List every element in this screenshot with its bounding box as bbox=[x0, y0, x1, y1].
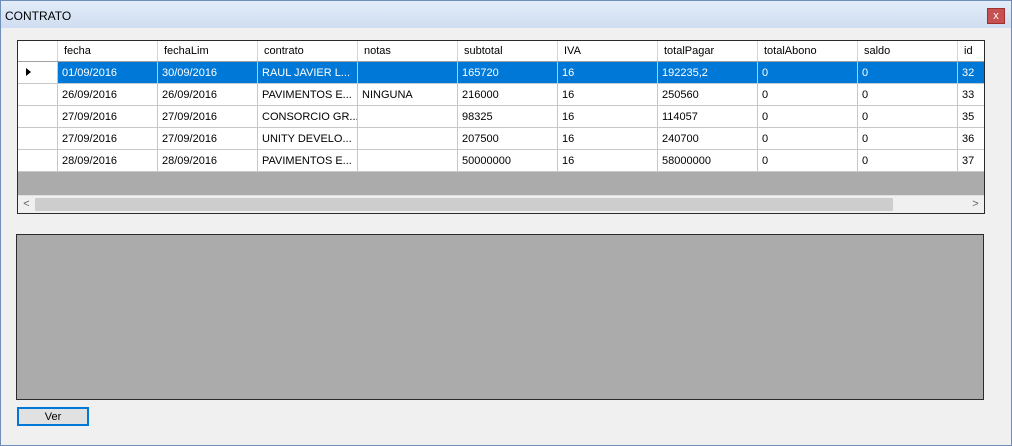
cell-notas[interactable]: NINGUNA bbox=[358, 84, 458, 105]
cell-notas[interactable] bbox=[358, 128, 458, 149]
cell-id[interactable]: 35 bbox=[958, 106, 984, 127]
cell-totalabono[interactable]: 0 bbox=[758, 62, 858, 83]
cell-saldo[interactable]: 0 bbox=[858, 128, 958, 149]
cell-saldo[interactable]: 0 bbox=[858, 106, 958, 127]
row-header[interactable] bbox=[18, 106, 58, 127]
table-row[interactable]: 28/09/2016 28/09/2016 PAVIMENTOS E... 50000… bbox=[18, 150, 984, 172]
column-header-totalpagar[interactable]: totalPagar bbox=[658, 41, 758, 61]
column-header-notas[interactable]: notas bbox=[358, 41, 458, 61]
cell-totalabono[interactable]: 0 bbox=[758, 106, 858, 127]
cell-iva[interactable]: 16 bbox=[558, 150, 658, 171]
scroll-left-icon[interactable]: < bbox=[18, 196, 35, 213]
cell-totalpagar[interactable]: 58000000 bbox=[658, 150, 758, 171]
cell-iva[interactable]: 16 bbox=[558, 106, 658, 127]
cell-saldo[interactable]: 0 bbox=[858, 62, 958, 83]
cell-fechalim[interactable]: 26/09/2016 bbox=[158, 84, 258, 105]
cell-contrato[interactable]: UNITY DEVELO... bbox=[258, 128, 358, 149]
scroll-right-icon[interactable]: > bbox=[967, 196, 984, 213]
ver-button[interactable]: Ver bbox=[17, 407, 89, 426]
row-header[interactable] bbox=[18, 128, 58, 149]
cell-fechalim[interactable]: 27/09/2016 bbox=[158, 106, 258, 127]
cell-id[interactable]: 33 bbox=[958, 84, 984, 105]
scroll-thumb[interactable] bbox=[35, 198, 893, 211]
cell-totalabono[interactable]: 0 bbox=[758, 84, 858, 105]
cell-totalabono[interactable]: 0 bbox=[758, 128, 858, 149]
window-title: CONTRATO bbox=[5, 9, 72, 23]
cell-saldo[interactable]: 0 bbox=[858, 150, 958, 171]
cell-id[interactable]: 36 bbox=[958, 128, 984, 149]
cell-fecha[interactable]: 26/09/2016 bbox=[58, 84, 158, 105]
cell-subtotal[interactable]: 50000000 bbox=[458, 150, 558, 171]
cell-iva[interactable]: 16 bbox=[558, 84, 658, 105]
column-header-fecha[interactable]: fecha bbox=[58, 41, 158, 61]
cell-contrato[interactable]: CONSORCIO GR... bbox=[258, 106, 358, 127]
cell-fechalim[interactable]: 27/09/2016 bbox=[158, 128, 258, 149]
client-area: fecha fechaLim contrato notas subtotal IVA tot… bbox=[3, 28, 1007, 442]
close-button[interactable]: x bbox=[987, 8, 1005, 24]
cell-subtotal[interactable]: 216000 bbox=[458, 84, 558, 105]
cell-totalpagar[interactable]: 240700 bbox=[658, 128, 758, 149]
cell-subtotal[interactable]: 98325 bbox=[458, 106, 558, 127]
row-header[interactable] bbox=[18, 84, 58, 105]
cell-fechalim[interactable]: 28/09/2016 bbox=[158, 150, 258, 171]
title-bar[interactable]: CONTRATO x bbox=[1, 1, 1011, 28]
contratos-grid[interactable]: fecha fechaLim contrato notas subtotal IVA tot… bbox=[17, 40, 985, 214]
cell-fecha[interactable]: 27/09/2016 bbox=[58, 106, 158, 127]
details-panel bbox=[16, 234, 984, 400]
cell-fecha[interactable]: 01/09/2016 bbox=[58, 62, 158, 83]
grid-body: 01/09/2016 30/09/2016 RAUL JAVIER L... 1657… bbox=[18, 62, 984, 172]
cell-id[interactable]: 37 bbox=[958, 150, 984, 171]
cell-fecha[interactable]: 27/09/2016 bbox=[58, 128, 158, 149]
cell-contrato[interactable]: RAUL JAVIER L... bbox=[258, 62, 358, 83]
grid-header: fecha fechaLim contrato notas subtotal IVA tot… bbox=[18, 41, 984, 62]
cell-id[interactable]: 32 bbox=[958, 62, 984, 83]
cell-fechalim[interactable]: 30/09/2016 bbox=[158, 62, 258, 83]
table-row[interactable]: 27/09/2016 27/09/2016 CONSORCIO GR... 98325… bbox=[18, 106, 984, 128]
cell-subtotal[interactable]: 165720 bbox=[458, 62, 558, 83]
cell-notas[interactable] bbox=[358, 106, 458, 127]
cell-contrato[interactable]: PAVIMENTOS E... bbox=[258, 150, 358, 171]
cell-iva[interactable]: 16 bbox=[558, 62, 658, 83]
column-header-fechalim[interactable]: fechaLim bbox=[158, 41, 258, 61]
cell-saldo[interactable]: 0 bbox=[858, 84, 958, 105]
column-header-iva[interactable]: IVA bbox=[558, 41, 658, 61]
column-header-id[interactable]: id bbox=[958, 41, 984, 61]
cell-notas[interactable] bbox=[358, 62, 458, 83]
column-header-subtotal[interactable]: subtotal bbox=[458, 41, 558, 61]
grid-corner-header[interactable] bbox=[18, 41, 58, 61]
cell-fecha[interactable]: 28/09/2016 bbox=[58, 150, 158, 171]
contrato-window: CONTRATO x fecha fechaLim contrato notas sub… bbox=[0, 0, 1012, 446]
column-header-saldo[interactable]: saldo bbox=[858, 41, 958, 61]
cell-totalpagar[interactable]: 114057 bbox=[658, 106, 758, 127]
row-header[interactable] bbox=[18, 150, 58, 171]
row-header[interactable] bbox=[18, 62, 58, 83]
column-header-contrato[interactable]: contrato bbox=[258, 41, 358, 61]
cell-notas[interactable] bbox=[358, 150, 458, 171]
cell-iva[interactable]: 16 bbox=[558, 128, 658, 149]
cell-contrato[interactable]: PAVIMENTOS E... bbox=[258, 84, 358, 105]
cell-totalpagar[interactable]: 192235,2 bbox=[658, 62, 758, 83]
cell-totalabono[interactable]: 0 bbox=[758, 150, 858, 171]
table-row[interactable]: 26/09/2016 26/09/2016 PAVIMENTOS E... NINGU… bbox=[18, 84, 984, 106]
horizontal-scrollbar[interactable]: < > bbox=[18, 195, 984, 213]
column-header-totalabono[interactable]: totalAbono bbox=[758, 41, 858, 61]
table-row[interactable]: 01/09/2016 30/09/2016 RAUL JAVIER L... 1657… bbox=[18, 62, 984, 84]
cell-totalpagar[interactable]: 250560 bbox=[658, 84, 758, 105]
current-row-arrow-icon bbox=[26, 68, 31, 76]
table-row[interactable]: 27/09/2016 27/09/2016 UNITY DEVELO... 20750… bbox=[18, 128, 984, 150]
cell-subtotal[interactable]: 207500 bbox=[458, 128, 558, 149]
